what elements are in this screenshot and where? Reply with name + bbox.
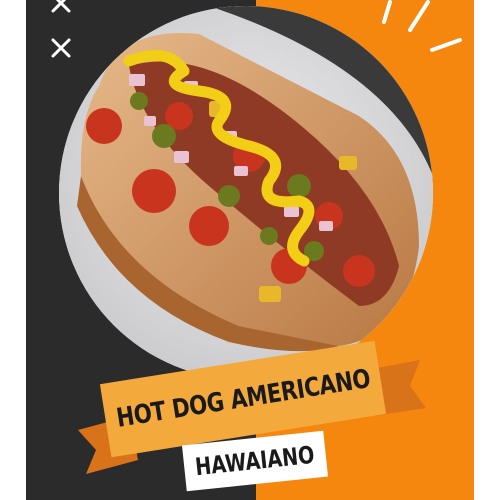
subtitle-text: HAWAIANO: [194, 440, 316, 482]
poster: HOT DOG AMERICANO HAWAIANO: [0, 0, 500, 500]
close-icon: [51, 0, 71, 13]
sparkle-rays-icon: [382, 0, 462, 52]
close-icon: [51, 38, 71, 58]
hot-dog-photo: [59, 6, 433, 380]
